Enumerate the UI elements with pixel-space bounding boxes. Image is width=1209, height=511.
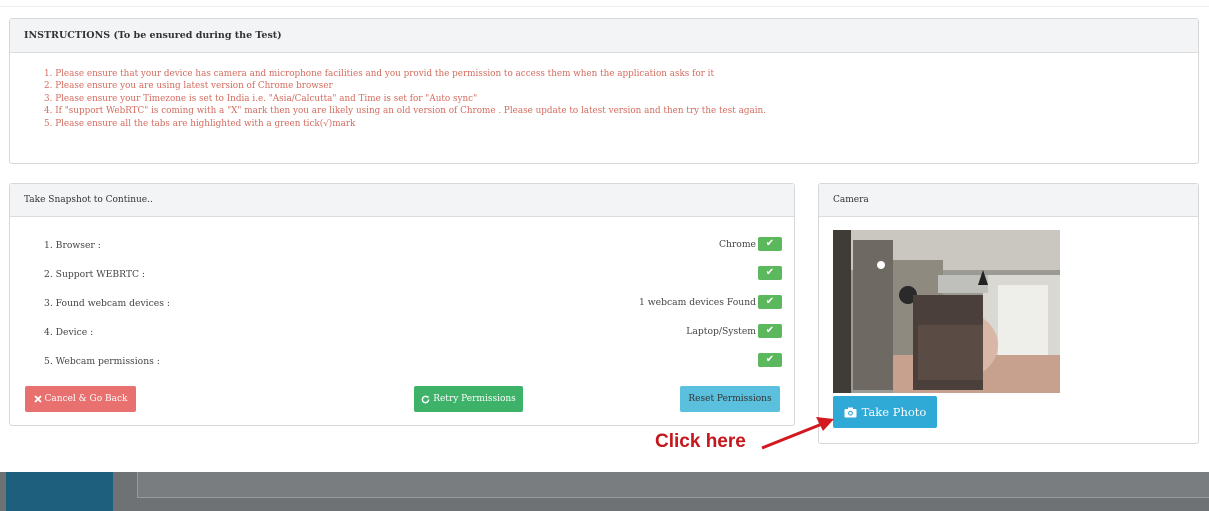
camera-icon bbox=[844, 407, 857, 417]
click-here-annotation: Click here bbox=[655, 431, 746, 452]
instruction-item: 1. Please ensure that your device has ca… bbox=[44, 69, 714, 79]
instructions-title: INSTRUCTIONS (To be ensured during the T… bbox=[10, 19, 1198, 53]
camera-preview-image bbox=[833, 230, 1060, 393]
check-label: 5. Webcam permissions : bbox=[44, 356, 160, 367]
check-icon: ✔ bbox=[758, 295, 782, 309]
check-icon: ✔ bbox=[758, 324, 782, 338]
check-row-browser: 1. Browser : Chrome ✔ bbox=[10, 236, 796, 256]
reset-permissions-button[interactable]: Reset Permissions bbox=[680, 386, 780, 412]
reset-label: Reset Permissions bbox=[688, 394, 772, 404]
check-icon: ✔ bbox=[758, 237, 782, 251]
refresh-icon bbox=[421, 395, 430, 403]
check-value: Chrome bbox=[718, 238, 756, 250]
retry-permissions-button[interactable]: Retry Permissions bbox=[414, 386, 523, 412]
snapshot-panel: Take Snapshot to Continue.. 1. Browser :… bbox=[9, 183, 795, 426]
retry-label: Retry Permissions bbox=[433, 394, 516, 404]
check-row-webrtc: 2. Support WEBRTC : ✔ bbox=[10, 265, 796, 285]
check-value: Laptop/System bbox=[686, 325, 756, 337]
check-label: 4. Device : bbox=[44, 327, 94, 338]
bottom-tile bbox=[6, 472, 113, 511]
cancel-go-back-button[interactable]: Cancel & Go Back bbox=[25, 386, 136, 412]
instruction-item: 4. If "support WebRTC" is coming with a … bbox=[44, 106, 766, 117]
check-value: 1 webcam devices Found bbox=[639, 296, 756, 308]
check-label: 1. Browser : bbox=[44, 240, 101, 251]
cancel-label: Cancel & Go Back bbox=[44, 394, 128, 404]
take-photo-label: Take Photo bbox=[861, 405, 927, 419]
instruction-item: 5. Please ensure all the tabs are highli… bbox=[44, 118, 356, 129]
times-icon bbox=[33, 395, 42, 403]
check-label: 3. Found webcam devices : bbox=[44, 298, 170, 309]
camera-preview bbox=[833, 230, 1060, 393]
arrow-icon bbox=[761, 417, 834, 450]
instruction-item: 3. Please ensure your Timezone is set to… bbox=[44, 93, 478, 104]
bottom-panel bbox=[137, 472, 1209, 498]
instruction-item: 2. Please ensure you are using latest ve… bbox=[44, 81, 333, 92]
top-divider bbox=[0, 6, 1209, 7]
snapshot-title: Take Snapshot to Continue.. bbox=[10, 184, 794, 217]
instructions-list: 1. Please ensure that your device has ca… bbox=[10, 53, 1198, 130]
instructions-panel: INSTRUCTIONS (To be ensured during the T… bbox=[9, 18, 1199, 164]
check-row-webcam-devices: 3. Found webcam devices : 1 webcam devic… bbox=[10, 294, 796, 314]
check-row-device: 4. Device : Laptop/System ✔ bbox=[10, 323, 796, 343]
check-row-webcam-permissions: 5. Webcam permissions : ✔ bbox=[10, 352, 796, 372]
camera-title: Camera bbox=[819, 184, 1198, 217]
check-label: 2. Support WEBRTC : bbox=[44, 269, 146, 280]
check-icon: ✔ bbox=[758, 266, 782, 280]
take-photo-button[interactable]: Take Photo bbox=[833, 396, 937, 428]
bottom-bar bbox=[0, 472, 1209, 511]
camera-panel: Camera Take Photo bbox=[818, 183, 1199, 444]
check-icon: ✔ bbox=[758, 353, 782, 367]
